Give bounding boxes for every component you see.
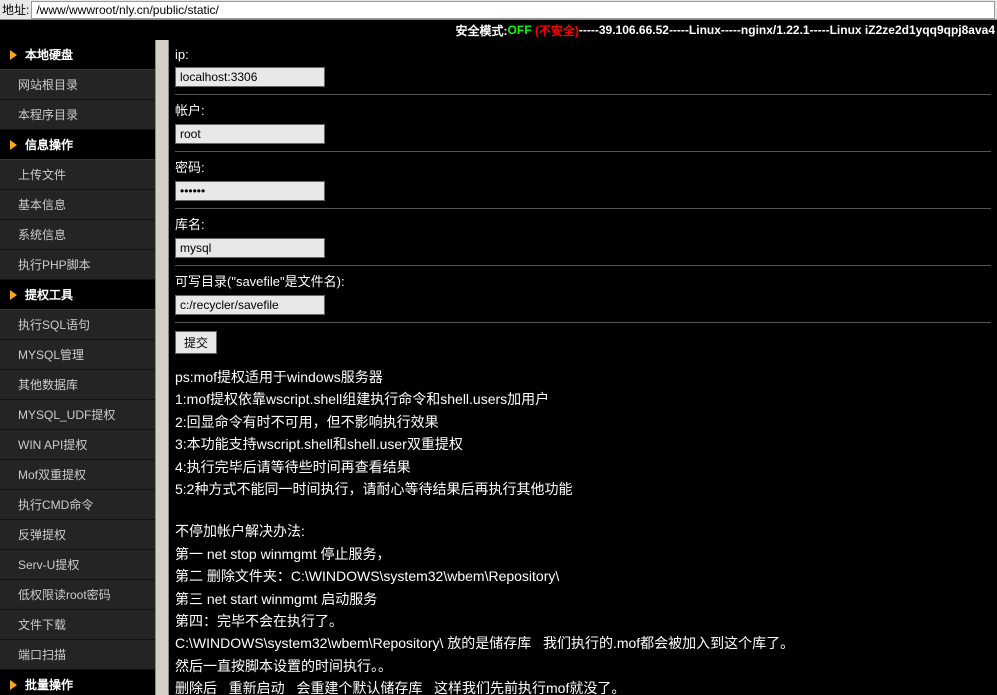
nav-item[interactable]: 系统信息: [0, 220, 155, 250]
nav-header-label: 批量操作: [25, 676, 73, 693]
nav-item[interactable]: 其他数据库: [0, 370, 155, 400]
security-mode-note: (不安全): [535, 22, 579, 39]
submit-button[interactable]: 提交: [175, 331, 217, 354]
sidebar: 本地硬盘网站根目录本程序目录信息操作上传文件基本信息系统信息执行PHP脚本提权工…: [0, 40, 155, 695]
nav-item[interactable]: WIN API提权: [0, 430, 155, 460]
arrow-right-icon: [10, 50, 17, 60]
user-label: 帐户:: [175, 97, 991, 122]
db-label: 库名:: [175, 211, 991, 236]
ip-label: ip:: [175, 44, 991, 65]
notes-block-1: ps:mof提权适用于windows服务器 1:mof提权依靠wscript.s…: [175, 366, 991, 500]
nav-item[interactable]: 本程序目录: [0, 100, 155, 130]
nav-header[interactable]: 批量操作: [0, 670, 155, 695]
status-server: nginx/1.22.1: [741, 23, 810, 37]
pass-label: 密码:: [175, 154, 991, 179]
arrow-right-icon: [10, 680, 17, 690]
status-bar: 安全模式: OFF (不安全) ----- 39.106.66.52 -----…: [0, 20, 997, 40]
arrow-right-icon: [10, 140, 17, 150]
nav-header-label: 信息操作: [25, 136, 73, 153]
scrollbar-track[interactable]: [155, 40, 169, 695]
nav-item[interactable]: 上传文件: [0, 160, 155, 190]
nav-item[interactable]: 端口扫描: [0, 640, 155, 670]
nav-item[interactable]: 基本信息: [0, 190, 155, 220]
nav-item[interactable]: Mof双重提权: [0, 460, 155, 490]
nav-item[interactable]: MYSQL_UDF提权: [0, 400, 155, 430]
status-host: Linux iZ2ze2d1yqq9qpj8ava4: [830, 23, 995, 37]
nav-header-label: 提权工具: [25, 286, 73, 303]
address-label: 地址:: [2, 1, 31, 18]
nav-item[interactable]: 执行PHP脚本: [0, 250, 155, 280]
arrow-right-icon: [10, 290, 17, 300]
nav-item[interactable]: MYSQL管理: [0, 340, 155, 370]
nav-item[interactable]: 执行CMD命令: [0, 490, 155, 520]
nav-header[interactable]: 本地硬盘: [0, 40, 155, 70]
nav-header-label: 本地硬盘: [25, 46, 73, 63]
pass-input[interactable]: [175, 181, 325, 201]
status-os: Linux: [689, 23, 721, 37]
nav-item[interactable]: 网站根目录: [0, 70, 155, 100]
ip-input[interactable]: [175, 67, 325, 87]
address-input[interactable]: [31, 1, 995, 19]
nav-item[interactable]: 低权限读root密码: [0, 580, 155, 610]
nav-header[interactable]: 信息操作: [0, 130, 155, 160]
content-pane: ip: 帐户: 密码: 库名: 可写目录("savefile"是文件名): 提交…: [169, 40, 997, 695]
nav-header[interactable]: 提权工具: [0, 280, 155, 310]
db-input[interactable]: [175, 238, 325, 258]
nav-item[interactable]: Serv-U提权: [0, 550, 155, 580]
dir-label: 可写目录("savefile"是文件名):: [175, 268, 991, 293]
nav-item[interactable]: 文件下载: [0, 610, 155, 640]
nav-item[interactable]: 执行SQL语句: [0, 310, 155, 340]
security-mode-value: OFF: [508, 23, 532, 37]
notes-block-2: 不停加帐户解决办法: 第一 net stop winmgmt 停止服务， 第二 …: [175, 520, 991, 695]
nav-item[interactable]: 反弹提权: [0, 520, 155, 550]
sep: -----: [579, 23, 599, 37]
address-bar: 地址:: [0, 0, 997, 20]
security-mode-label: 安全模式:: [456, 22, 508, 39]
dir-input[interactable]: [175, 295, 325, 315]
user-input[interactable]: [175, 124, 325, 144]
status-ip: 39.106.66.52: [599, 23, 669, 37]
